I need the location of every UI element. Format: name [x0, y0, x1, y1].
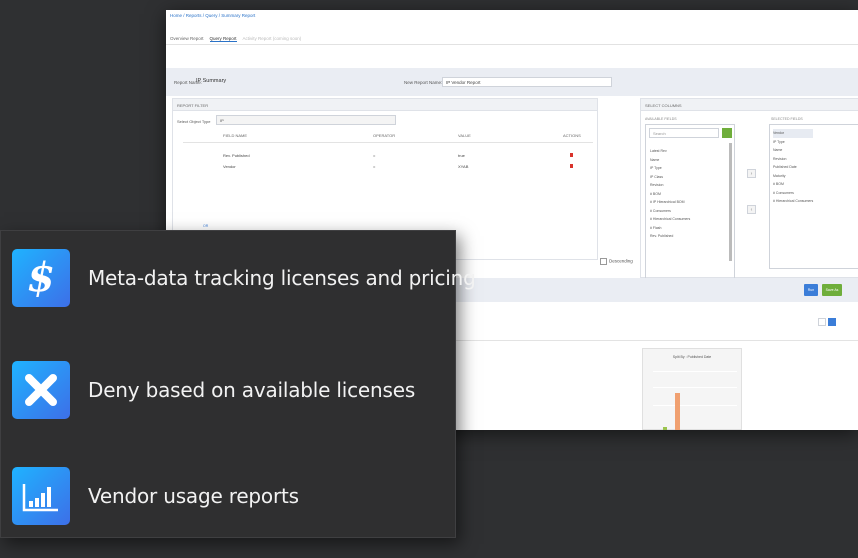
move-right-button[interactable]: ›	[747, 169, 756, 178]
chart-gridline	[653, 405, 737, 406]
col-field-name: FIELD NAME	[223, 133, 248, 138]
feature-text: Deny based on available licenses	[88, 378, 416, 402]
selected-fields-label: SELECTED FIELDS	[771, 117, 803, 121]
list-item[interactable]: # Consumers	[650, 207, 690, 216]
list-item[interactable]: IP Type	[773, 138, 813, 147]
chart-bar	[663, 427, 667, 430]
feature-card: $ Meta-data tracking licenses and pricin…	[0, 230, 476, 538]
list-item[interactable]: # BOM	[773, 180, 813, 189]
selected-fields-list: Vendor IP Type Name Revision Published D…	[769, 124, 858, 269]
move-left-button[interactable]: ‹	[747, 205, 756, 214]
feature-licenses-pricing: $ Meta-data tracking licenses and pricin…	[12, 249, 476, 307]
list-item[interactable]: # Hierarchical Consumers	[773, 197, 813, 206]
list-item[interactable]: # Consumers	[773, 189, 813, 198]
new-report-name-label: New Report Name:	[404, 80, 443, 85]
object-type-label: Select Object Type	[177, 119, 211, 124]
list-item[interactable]: Name	[650, 156, 690, 165]
dollar-icon: $	[12, 249, 70, 307]
col-operator: OPERATOR	[373, 133, 396, 138]
list-item[interactable]: # BOM	[650, 190, 690, 199]
list-item[interactable]: # IP Hierarchical BOM	[650, 198, 690, 207]
row2-delete-icon[interactable]	[570, 164, 573, 168]
object-type-select[interactable]: IP	[216, 115, 396, 125]
new-report-name-field[interactable]: IP Vendor Report	[442, 77, 612, 87]
table-view-icon[interactable]	[818, 318, 826, 326]
select-columns-panel: SELECT COLUMNS AVAILABLE FIELDS SELECTED…	[640, 98, 858, 279]
report-filter-header: REPORT FILTER	[173, 99, 597, 111]
feature-text: Vendor usage reports	[88, 484, 299, 508]
row2-operator: =	[373, 164, 376, 169]
search-button[interactable]	[722, 128, 732, 138]
available-scrollbar[interactable]	[729, 143, 732, 261]
list-item[interactable]: Revision	[650, 181, 690, 190]
run-button[interactable]: Run	[804, 284, 818, 296]
row2-field: Vendor	[223, 164, 236, 169]
feature-text: Meta-data tracking licenses and pricing	[88, 266, 476, 290]
chart-bar	[675, 393, 680, 430]
table-header-divider	[183, 142, 593, 143]
list-item[interactable]: IP Type	[650, 164, 690, 173]
descending-toggle[interactable]: Descending	[600, 258, 633, 265]
view-toggle	[818, 318, 836, 326]
report-name-value: IP Summary	[196, 78, 227, 84]
list-item[interactable]: Revision	[773, 155, 813, 164]
list-item[interactable]: Rev. Published	[650, 232, 690, 241]
row1-delete-icon[interactable]	[570, 153, 573, 157]
chart-title: Split By : Published Date	[672, 355, 712, 359]
available-fields-label: AVAILABLE FIELDS	[645, 117, 677, 121]
report-tabs: Overview Report Query Report Activity Re…	[170, 36, 301, 42]
col-actions: ACTIONS	[563, 133, 581, 138]
deny-x-icon	[12, 361, 70, 419]
selected-field-items: Vendor IP Type Name Revision Published D…	[773, 129, 814, 206]
chart-gridline	[653, 371, 737, 372]
tab-divider	[166, 44, 858, 45]
chart-view-icon[interactable]	[828, 318, 836, 326]
list-item[interactable]: Name	[773, 146, 813, 155]
list-item[interactable]: # Hierarchical Consumers	[650, 215, 690, 224]
row1-value: true	[458, 153, 465, 158]
descending-label: Descending	[609, 258, 633, 264]
available-fields-list: Search Latest Rev Name IP Type IP Class …	[645, 124, 735, 279]
or-label: OR	[203, 224, 209, 228]
report-name-bar: Report Name: IP Summary New Report Name:…	[166, 68, 858, 96]
chart-gridline	[653, 387, 737, 388]
row1-operator: =	[373, 153, 376, 158]
field-search-input[interactable]: Search	[649, 128, 719, 138]
save-as-button[interactable]: Save As	[822, 284, 842, 296]
results-chart: Split By : Published Date	[642, 348, 742, 430]
list-item[interactable]: Vendor	[773, 129, 814, 138]
list-item[interactable]: Published Date	[773, 163, 813, 172]
descending-checkbox[interactable]	[600, 258, 607, 265]
row1-field: Rev. Published	[223, 153, 250, 158]
row2-value: XYAB	[458, 164, 469, 169]
tab-query-report[interactable]: Query Report	[209, 36, 237, 42]
available-field-items: Latest Rev Name IP Type IP Class Revisio…	[650, 147, 690, 241]
breadcrumb[interactable]: Home / Reports / Query / Summary Report	[170, 13, 255, 18]
select-columns-header: SELECT COLUMNS	[641, 99, 858, 111]
list-item[interactable]: Latest Rev	[650, 147, 690, 156]
feature-vendor-usage: Vendor usage reports	[12, 467, 299, 525]
col-value: VALUE	[458, 133, 471, 138]
bar-chart-icon	[12, 467, 70, 525]
list-item[interactable]: Maturity	[773, 172, 813, 181]
list-item[interactable]: IP Class	[650, 173, 690, 182]
list-item[interactable]: # Flash	[650, 224, 690, 233]
tab-overview-report[interactable]: Overview Report	[170, 36, 204, 42]
tab-activity-report: Activity Report (coming soon)	[242, 36, 302, 41]
feature-deny-licenses: Deny based on available licenses	[12, 361, 415, 419]
